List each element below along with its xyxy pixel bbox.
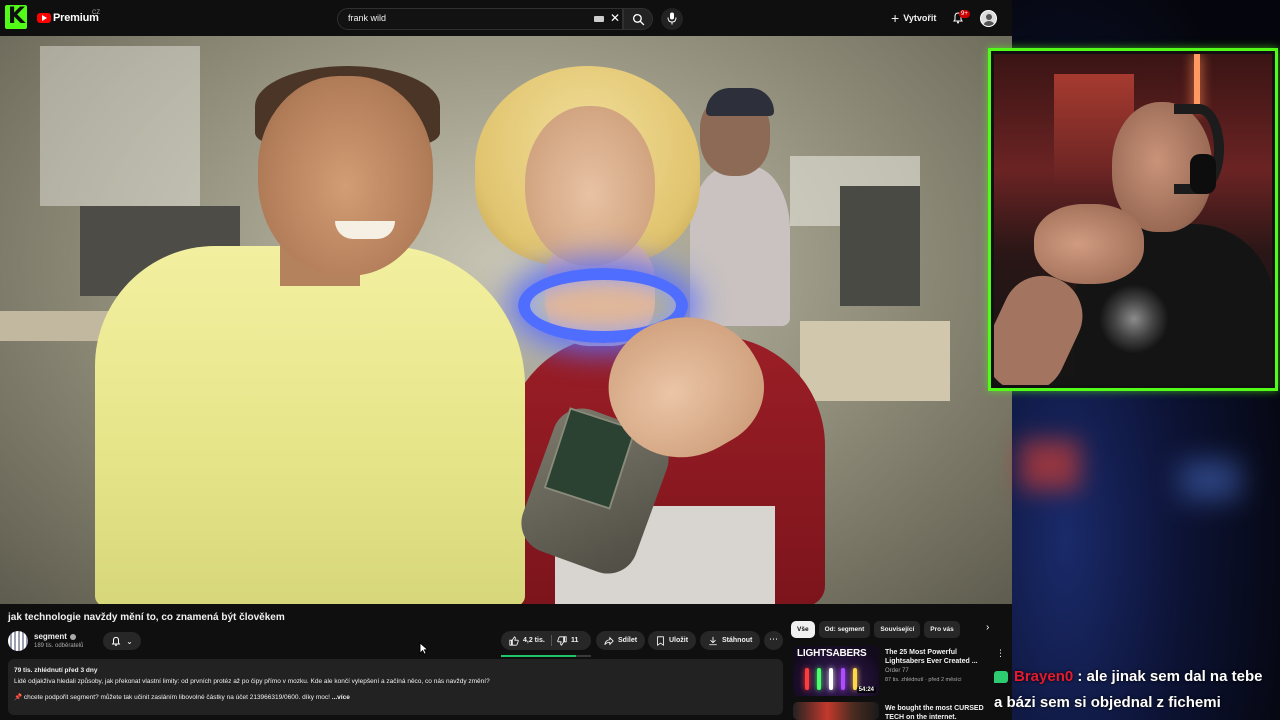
background-person-cap xyxy=(706,88,774,116)
share-label: Sdílet xyxy=(618,637,638,644)
chip-all[interactable]: Vše xyxy=(791,621,815,638)
save-label: Uložit xyxy=(669,637,689,644)
kick-logo-letter: K xyxy=(8,4,26,29)
kick-logo: K xyxy=(5,5,27,29)
more-vertical-icon[interactable]: ⋮ xyxy=(996,648,1005,659)
video-title: jak technologie navždy mění to, co zname… xyxy=(8,612,285,623)
description-line: Lidé odjakživa hledali způsoby, jak přek… xyxy=(14,678,490,685)
chat-line-1: Brayen0 : ale jinak sem dal na tebe xyxy=(1014,668,1262,685)
like-divider xyxy=(551,635,552,646)
webcam-image xyxy=(994,54,1272,385)
background-person-body xyxy=(690,166,790,326)
subscriber-count: 189 tis. odběratelů xyxy=(34,643,84,649)
streamer-webcam xyxy=(988,48,1278,391)
voice-search-button[interactable] xyxy=(661,8,683,30)
chevron-down-icon: ⌄ xyxy=(126,636,133,646)
search-icon xyxy=(632,13,645,26)
share-icon xyxy=(604,636,614,645)
more-actions-button[interactable]: ⋯ xyxy=(764,631,783,650)
chip-for-you[interactable]: Pro vás xyxy=(924,621,960,638)
chat-bubble-icon xyxy=(994,671,1008,683)
mouse-cursor-icon xyxy=(419,642,428,655)
like-count: 4,2 tis. xyxy=(523,637,545,644)
lightsaber-white xyxy=(829,668,833,690)
youtube-topbar: K Premium CZ frank wild ✕ + Vytvořit 9+ xyxy=(0,0,1012,36)
chevron-right-icon[interactable]: › xyxy=(986,622,989,633)
download-button[interactable]: Stáhnout xyxy=(700,631,761,650)
chat-message-part-1: : ale jinak sem dal na tebe xyxy=(1073,668,1263,685)
save-button[interactable]: Uložit xyxy=(648,631,697,650)
search-button[interactable] xyxy=(623,8,653,30)
streamer-hands xyxy=(1034,204,1144,284)
clear-search-icon[interactable]: ✕ xyxy=(610,11,620,25)
like-button[interactable]: 4,2 tis. xyxy=(509,631,545,650)
verified-icon xyxy=(69,633,76,640)
woman-face xyxy=(525,106,655,266)
video-thumbnail[interactable] xyxy=(793,702,879,720)
show-more-link[interactable]: ...více xyxy=(332,694,350,701)
recommendation-filter-chips: Vše Od: segment Související Pro vás xyxy=(791,621,960,639)
background-desk-right xyxy=(800,321,950,401)
recommended-video-title[interactable]: We bought the most CURSED TECH on the in… xyxy=(885,704,985,720)
shirt-print xyxy=(1099,284,1169,354)
account-avatar[interactable] xyxy=(980,10,997,27)
man-yellow-shirt xyxy=(95,246,525,604)
thumbs-down-icon xyxy=(557,635,567,646)
description-box[interactable]: 79 tis. zhlédnutí před 3 dny Lidé odjakž… xyxy=(8,659,783,715)
microphone-icon xyxy=(667,12,677,25)
search-box[interactable]: frank wild ✕ xyxy=(337,8,623,30)
keyboard-icon[interactable] xyxy=(594,16,604,22)
background-cabinet xyxy=(840,186,920,306)
bookmark-icon xyxy=(657,635,664,646)
lightsaber-purple xyxy=(841,668,845,690)
download-icon xyxy=(709,636,717,645)
description-support-line: 📌 chcete podpořit segment? můžete tak uč… xyxy=(14,694,330,701)
view-count-and-date: 79 tis. zhlédnutí před 3 dny xyxy=(14,667,98,674)
notifications-badge: 9+ xyxy=(959,10,970,18)
like-dislike-group: 4,2 tis. 11 xyxy=(501,631,591,650)
headset-earcup xyxy=(1190,154,1216,194)
like-ratio-bar xyxy=(501,655,591,657)
chat-username: Brayen0 xyxy=(1014,668,1074,685)
thumbnail-text: LIGHTSABERS xyxy=(797,648,867,659)
channel-avatar[interactable] xyxy=(8,631,28,651)
dislike-button[interactable]: 11 xyxy=(557,631,578,650)
man-smile xyxy=(335,221,395,239)
search-input[interactable]: frank wild xyxy=(348,13,386,23)
country-code: CZ xyxy=(92,10,100,16)
recommended-video[interactable]: We bought the most CURSED TECH on the in… xyxy=(793,702,1008,720)
recommended-video-title[interactable]: The 25 Most Powerful Lightsabers Ever Cr… xyxy=(885,648,985,666)
video-duration: 54:24 xyxy=(856,687,876,693)
channel-name-row[interactable]: segment xyxy=(34,632,76,641)
create-label: Vytvořit xyxy=(903,13,937,23)
background-window xyxy=(40,46,200,206)
share-button[interactable]: Sdílet xyxy=(596,631,646,650)
background-light-red xyxy=(1020,440,1080,490)
video-thumbnail[interactable]: LIGHTSABERS 54:24 xyxy=(793,646,879,696)
video-player[interactable] xyxy=(0,36,1012,604)
chat-message-part-2: a bázi sem si objednal z fichemi xyxy=(994,694,1221,711)
recommended-video-channel[interactable]: Order 77 xyxy=(885,668,909,674)
dislike-count: 11 xyxy=(571,637,579,644)
lightsaber-red xyxy=(805,668,809,690)
like-ratio-fill xyxy=(501,655,576,657)
youtube-logo-icon[interactable] xyxy=(37,13,51,23)
background-light-blue xyxy=(1180,460,1240,500)
download-label: Stáhnout xyxy=(722,637,753,644)
man-face xyxy=(258,76,433,276)
plus-icon: + xyxy=(891,10,900,26)
thumbs-up-icon xyxy=(509,635,519,646)
create-button[interactable]: + Vytvořit xyxy=(891,9,936,27)
recommended-video-meta: 87 tis. zhlédnutí · před 2 měsíci xyxy=(885,677,962,683)
chip-from-channel[interactable]: Od: segment xyxy=(818,621,871,638)
recommended-video[interactable]: LIGHTSABERS 54:24 The 25 Most Powerful L… xyxy=(793,646,1008,698)
chat-message-overlay: Brayen0 : ale jinak sem dal na tebe a bá… xyxy=(992,668,1280,720)
subscription-bell-button[interactable]: ⌄ xyxy=(103,632,141,650)
lightsaber-yellow xyxy=(853,668,857,690)
channel-name[interactable]: segment xyxy=(34,632,67,641)
chip-related[interactable]: Související xyxy=(874,621,921,638)
bell-icon xyxy=(111,636,121,646)
lightsaber-green xyxy=(817,668,821,690)
